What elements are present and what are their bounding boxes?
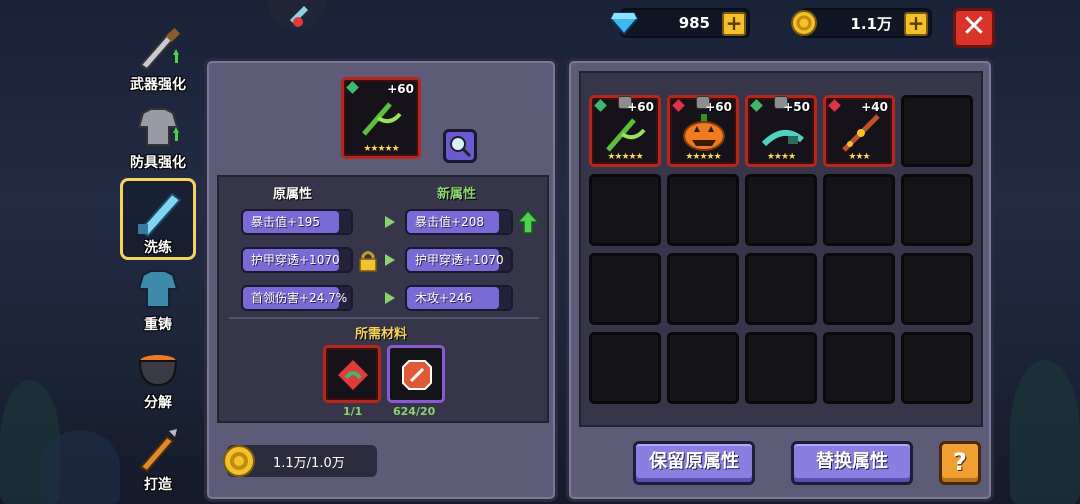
nav-decompose[interactable]: 分解 bbox=[120, 336, 196, 412]
empty-slot[interactable] bbox=[589, 332, 661, 404]
sword-upgrade-icon bbox=[130, 24, 186, 74]
empty-slot[interactable] bbox=[823, 253, 895, 325]
refine-sword-icon bbox=[130, 187, 186, 238]
gold-coin-icon bbox=[788, 7, 820, 39]
cyan-blade-icon bbox=[761, 130, 804, 147]
inventory-grid: +60 ★★★★★ +60 ★★★★★ +50 ★★★★ +40 ★★★ bbox=[579, 71, 983, 427]
arrow-icon bbox=[385, 292, 395, 304]
forge-sword-icon bbox=[130, 424, 186, 474]
empty-slot[interactable] bbox=[745, 332, 817, 404]
arrow-icon bbox=[385, 216, 395, 228]
empty-slot[interactable] bbox=[589, 253, 661, 325]
item-stars: ★★★★★ bbox=[607, 152, 643, 162]
nav-label: 重铸 bbox=[144, 317, 172, 333]
old-stat-3: 首领伤害+24.7% bbox=[241, 285, 353, 311]
cost-display: 1.1万/1.0万 bbox=[223, 445, 377, 477]
red-rune-stone-icon bbox=[402, 360, 432, 390]
arrow-icon bbox=[385, 254, 395, 266]
gold-counter: 1.1万 + bbox=[791, 8, 932, 38]
empty-slot[interactable] bbox=[901, 174, 973, 246]
keep-original-button[interactable]: 保留原属性 bbox=[633, 441, 755, 485]
cauldron-icon bbox=[130, 342, 186, 392]
item-level: +60 bbox=[627, 100, 654, 114]
add-gold-button[interactable]: + bbox=[904, 12, 928, 36]
material-slot-1[interactable] bbox=[323, 345, 381, 403]
item-stars: ★★★★★ bbox=[685, 152, 721, 162]
old-stat-1: 暴击值+195 bbox=[241, 209, 353, 235]
nav-forge[interactable]: 打造 bbox=[120, 418, 196, 494]
inspect-magnifier-button[interactable] bbox=[443, 129, 477, 163]
new-stat-2: 护甲穿透+1070 bbox=[405, 247, 513, 273]
inventory-item[interactable]: +60 ★★★★★ bbox=[667, 95, 739, 167]
material-count-2: 624/20 bbox=[393, 405, 436, 418]
empty-slot[interactable] bbox=[589, 174, 661, 246]
green-scythe-icon bbox=[362, 102, 402, 136]
item-stars: ★★★★ bbox=[766, 152, 796, 162]
red-leaf-gem-icon bbox=[338, 360, 368, 390]
refine-panel: +60 ★★★★★ 原属性 新属性 暴击值+195 暴击值+208 护甲穿透+1… bbox=[204, 58, 558, 502]
green-gem-icon bbox=[346, 81, 359, 94]
inventory-item[interactable]: +50 ★★★★ bbox=[745, 95, 817, 167]
gem-icon bbox=[672, 99, 685, 112]
inventory-item[interactable]: +40 ★★★ bbox=[823, 95, 895, 167]
nav-label: 分解 bbox=[144, 395, 172, 411]
gem-counter: 985 + bbox=[610, 8, 750, 38]
diamond-icon bbox=[608, 7, 640, 39]
gold-coin-icon bbox=[223, 445, 255, 477]
stats-area: 原属性 新属性 暴击值+195 暴击值+208 护甲穿透+1070 护甲穿透+1… bbox=[217, 175, 549, 423]
selected-item-slot[interactable]: +60 ★★★★★ bbox=[341, 77, 421, 159]
item-stars: ★★★ bbox=[848, 152, 870, 162]
empty-slot[interactable] bbox=[901, 95, 973, 167]
item-level: +60 bbox=[387, 82, 414, 96]
material-count-1: 1/1 bbox=[343, 405, 363, 418]
add-gems-button[interactable]: + bbox=[722, 12, 746, 36]
material-slot-2[interactable] bbox=[387, 345, 445, 403]
close-button[interactable]: ✕ bbox=[953, 8, 995, 48]
recast-armor-icon bbox=[130, 264, 186, 314]
nav-recast[interactable]: 重铸 bbox=[120, 258, 196, 334]
gem-icon bbox=[594, 99, 607, 112]
inventory-item[interactable]: +60 ★★★★★ bbox=[589, 95, 661, 167]
empty-slot[interactable] bbox=[667, 332, 739, 404]
rocket-icon[interactable] bbox=[268, 0, 326, 30]
replace-attributes-button[interactable]: 替换属性 bbox=[791, 441, 913, 485]
nav-label: 打造 bbox=[144, 477, 172, 493]
help-button[interactable]: ? bbox=[939, 441, 981, 485]
inventory-panel: +60 ★★★★★ +60 ★★★★★ +50 ★★★★ +40 ★★★ 保留原… bbox=[566, 58, 994, 502]
upgrade-arrow-icon bbox=[517, 209, 539, 234]
new-stat-1: 暴击值+208 bbox=[405, 209, 513, 235]
nav-label: 洗练 bbox=[144, 240, 172, 256]
old-stats-header: 原属性 bbox=[273, 187, 313, 202]
materials-header: 所需材料 bbox=[355, 327, 408, 342]
empty-slot[interactable] bbox=[901, 253, 973, 325]
nav-refine[interactable]: 洗练 bbox=[120, 178, 196, 260]
nav-label: 防具强化 bbox=[130, 155, 186, 171]
gem-icon bbox=[750, 99, 763, 112]
divider bbox=[229, 317, 539, 319]
empty-slot[interactable] bbox=[823, 174, 895, 246]
nav-weapon-upgrade[interactable]: 武器强化 bbox=[120, 18, 196, 94]
cost-value: 1.1万/1.0万 bbox=[273, 456, 345, 471]
empty-slot[interactable] bbox=[823, 332, 895, 404]
empty-slot[interactable] bbox=[667, 253, 739, 325]
empty-slot[interactable] bbox=[745, 174, 817, 246]
empty-slot[interactable] bbox=[667, 174, 739, 246]
empty-slot[interactable] bbox=[901, 332, 973, 404]
new-stat-3: 木攻+246 bbox=[405, 285, 513, 311]
green-scythe-icon bbox=[606, 118, 646, 152]
lock-icon[interactable] bbox=[357, 249, 379, 273]
new-stats-header: 新属性 bbox=[437, 187, 477, 202]
empty-slot[interactable] bbox=[745, 253, 817, 325]
item-stars: ★★★★★ bbox=[363, 144, 399, 154]
nav-label: 武器强化 bbox=[130, 77, 186, 93]
nav-armor-upgrade[interactable]: 防具强化 bbox=[120, 96, 196, 172]
armor-upgrade-icon bbox=[130, 102, 186, 152]
item-level: +50 bbox=[783, 100, 810, 114]
old-stat-2: 护甲穿透+1070 bbox=[241, 247, 353, 273]
fire-staff-icon bbox=[842, 114, 880, 152]
pumpkin-icon bbox=[683, 114, 725, 151]
